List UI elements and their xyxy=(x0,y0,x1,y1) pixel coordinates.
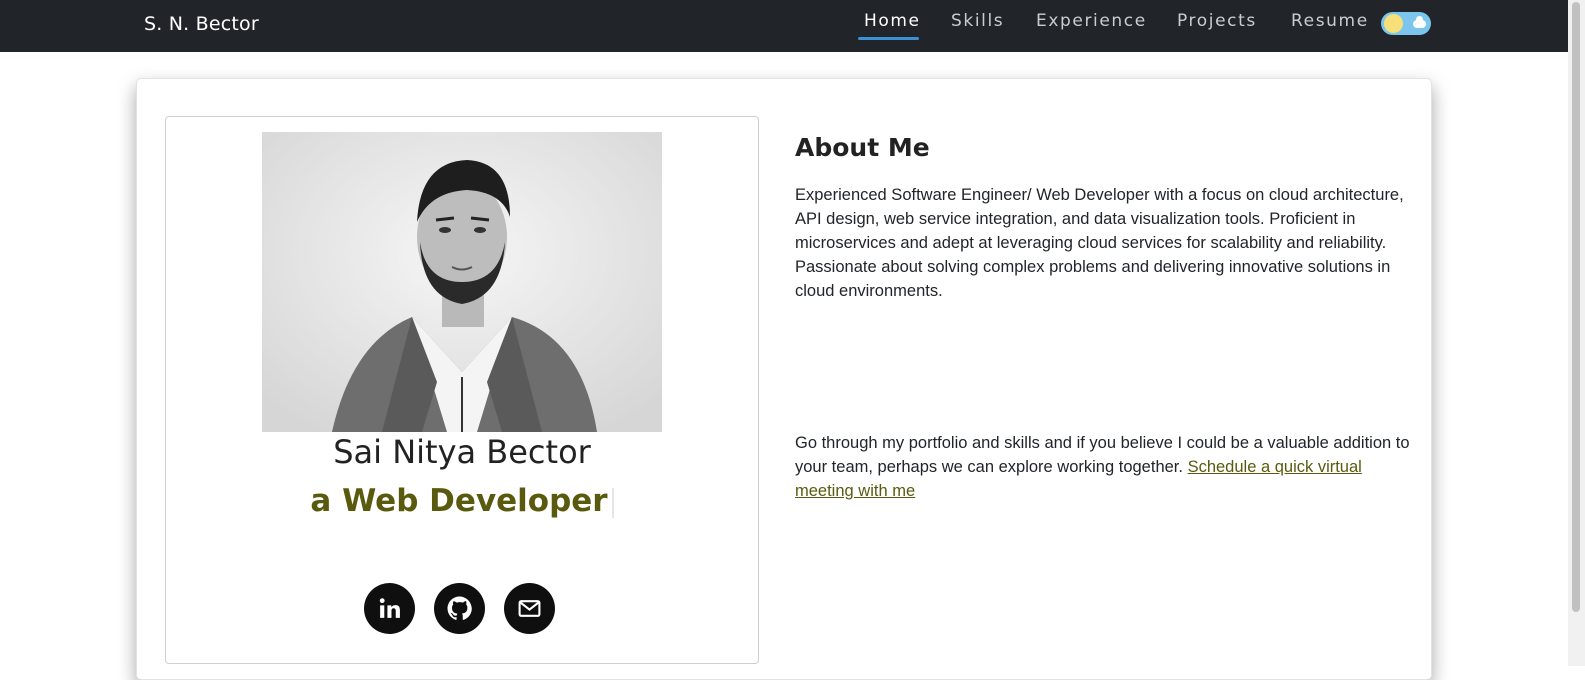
portrait-photo xyxy=(262,132,662,432)
mail-button[interactable] xyxy=(504,583,555,634)
brand-logo-text[interactable]: S. N. Bector xyxy=(144,13,259,35)
linkedin-button[interactable] xyxy=(364,583,415,634)
cta-paragraph: Go through my portfolio and skills and i… xyxy=(795,431,1415,503)
theme-toggle[interactable] xyxy=(1381,12,1431,35)
sun-icon xyxy=(1384,14,1403,33)
main-content-card: Sai Nitya Bector a Web Developer About M… xyxy=(136,78,1432,680)
typing-cursor xyxy=(611,487,614,518)
active-nav-indicator xyxy=(858,37,919,40)
profile-card: Sai Nitya Bector a Web Developer xyxy=(165,116,759,664)
nav-projects[interactable]: Projects xyxy=(1177,11,1257,31)
about-paragraph: Experienced Software Engineer/ Web Devel… xyxy=(795,186,1404,300)
linkedin-icon xyxy=(379,598,400,618)
profile-role: a Web Developer xyxy=(166,483,758,519)
about-heading: About Me xyxy=(795,133,930,162)
github-icon xyxy=(447,596,472,620)
vertical-scrollbar[interactable] xyxy=(1568,0,1585,666)
profile-role-text: a Web Developer xyxy=(310,483,608,519)
scrollbar-thumb[interactable] xyxy=(1572,2,1580,612)
cloud-icon xyxy=(1413,16,1426,28)
nav-resume[interactable]: Resume xyxy=(1291,11,1369,31)
top-navbar: S. N. Bector Home Skills Experience Proj… xyxy=(0,0,1568,52)
mail-icon xyxy=(518,600,541,617)
nav-home[interactable]: Home xyxy=(864,11,921,31)
nav-experience[interactable]: Experience xyxy=(1036,11,1147,31)
github-button[interactable] xyxy=(434,583,485,634)
portrait-image xyxy=(262,132,662,432)
nav-skills[interactable]: Skills xyxy=(951,11,1004,31)
profile-name: Sai Nitya Bector xyxy=(333,433,591,471)
